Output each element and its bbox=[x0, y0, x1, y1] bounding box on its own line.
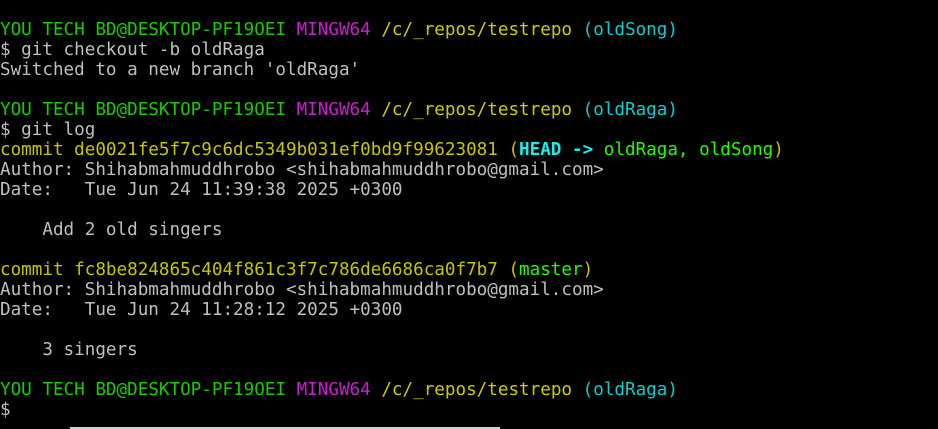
command-input-line[interactable]: $ bbox=[0, 400, 938, 420]
branch-refs: oldRaga, oldSong bbox=[603, 140, 774, 160]
prompt-branch: (oldRaga) bbox=[582, 380, 678, 400]
command-line: $ git checkout -b oldRaga bbox=[0, 40, 265, 60]
commit-hash: commit de0021fe5f7c9c6dc5349b031ef0bd9f9… bbox=[0, 140, 498, 160]
commit-message: 3 singers bbox=[0, 340, 138, 360]
commit-line: commit de0021fe5f7c9c6dc5349b031ef0bd9f9… bbox=[0, 140, 938, 160]
commit-date: Date: Tue Jun 24 11:28:12 2025 +0300 bbox=[0, 300, 403, 320]
prompt-line: YOU TECH BD@DESKTOP-PF19OEI MINGW64 /c/_… bbox=[0, 380, 938, 400]
branch-refs: master bbox=[519, 260, 583, 280]
ref-paren-close: ) bbox=[773, 140, 784, 160]
head-ref: HEAD -> bbox=[519, 140, 604, 160]
prompt-shell: MINGW64 bbox=[296, 380, 371, 400]
ref-paren-close: ) bbox=[582, 260, 594, 280]
commit-author: Author: Shihabmahmuddhrobo <shihabmahmud… bbox=[0, 160, 604, 180]
commit-hash: commit fc8be824865c404f861c3f7c786de6686… bbox=[0, 260, 498, 280]
prompt-shell: MINGW64 bbox=[296, 100, 371, 120]
commit-author: Author: Shihabmahmuddhrobo <shihabmahmud… bbox=[0, 280, 604, 300]
prompt-branch: (oldSong) bbox=[582, 20, 678, 40]
prompt-path: /c/_repos/testrepo bbox=[381, 20, 573, 40]
commit-message: Add 2 old singers bbox=[0, 220, 223, 240]
commit-date: Date: Tue Jun 24 11:39:38 2025 +0300 bbox=[0, 180, 403, 200]
prompt-line: YOU TECH BD@DESKTOP-PF19OEI MINGW64 /c/_… bbox=[0, 20, 938, 40]
commit-line: commit fc8be824865c404f861c3f7c786de6686… bbox=[0, 260, 938, 280]
prompt-path: /c/_repos/testrepo bbox=[381, 380, 573, 400]
prompt-path: /c/_repos/testrepo bbox=[381, 100, 573, 120]
prompt-line: YOU TECH BD@DESKTOP-PF19OEI MINGW64 /c/_… bbox=[0, 100, 938, 120]
ref-paren-open: ( bbox=[508, 260, 520, 280]
prompt-user-host: YOU TECH BD@DESKTOP-PF19OEI bbox=[0, 20, 286, 40]
ref-paren-open: ( bbox=[508, 140, 520, 160]
command-line: $ git log bbox=[0, 120, 96, 140]
command-output: Switched to a new branch 'oldRaga' bbox=[0, 60, 361, 80]
terminal-window[interactable]: YOU TECH BD@DESKTOP-PF19OEI MINGW64 /c/_… bbox=[0, 20, 938, 420]
prompt-user-host: YOU TECH BD@DESKTOP-PF19OEI bbox=[0, 380, 286, 400]
prompt-shell: MINGW64 bbox=[296, 20, 371, 40]
prompt-user-host: YOU TECH BD@DESKTOP-PF19OEI bbox=[0, 100, 286, 120]
prompt-branch: (oldRaga) bbox=[582, 100, 678, 120]
